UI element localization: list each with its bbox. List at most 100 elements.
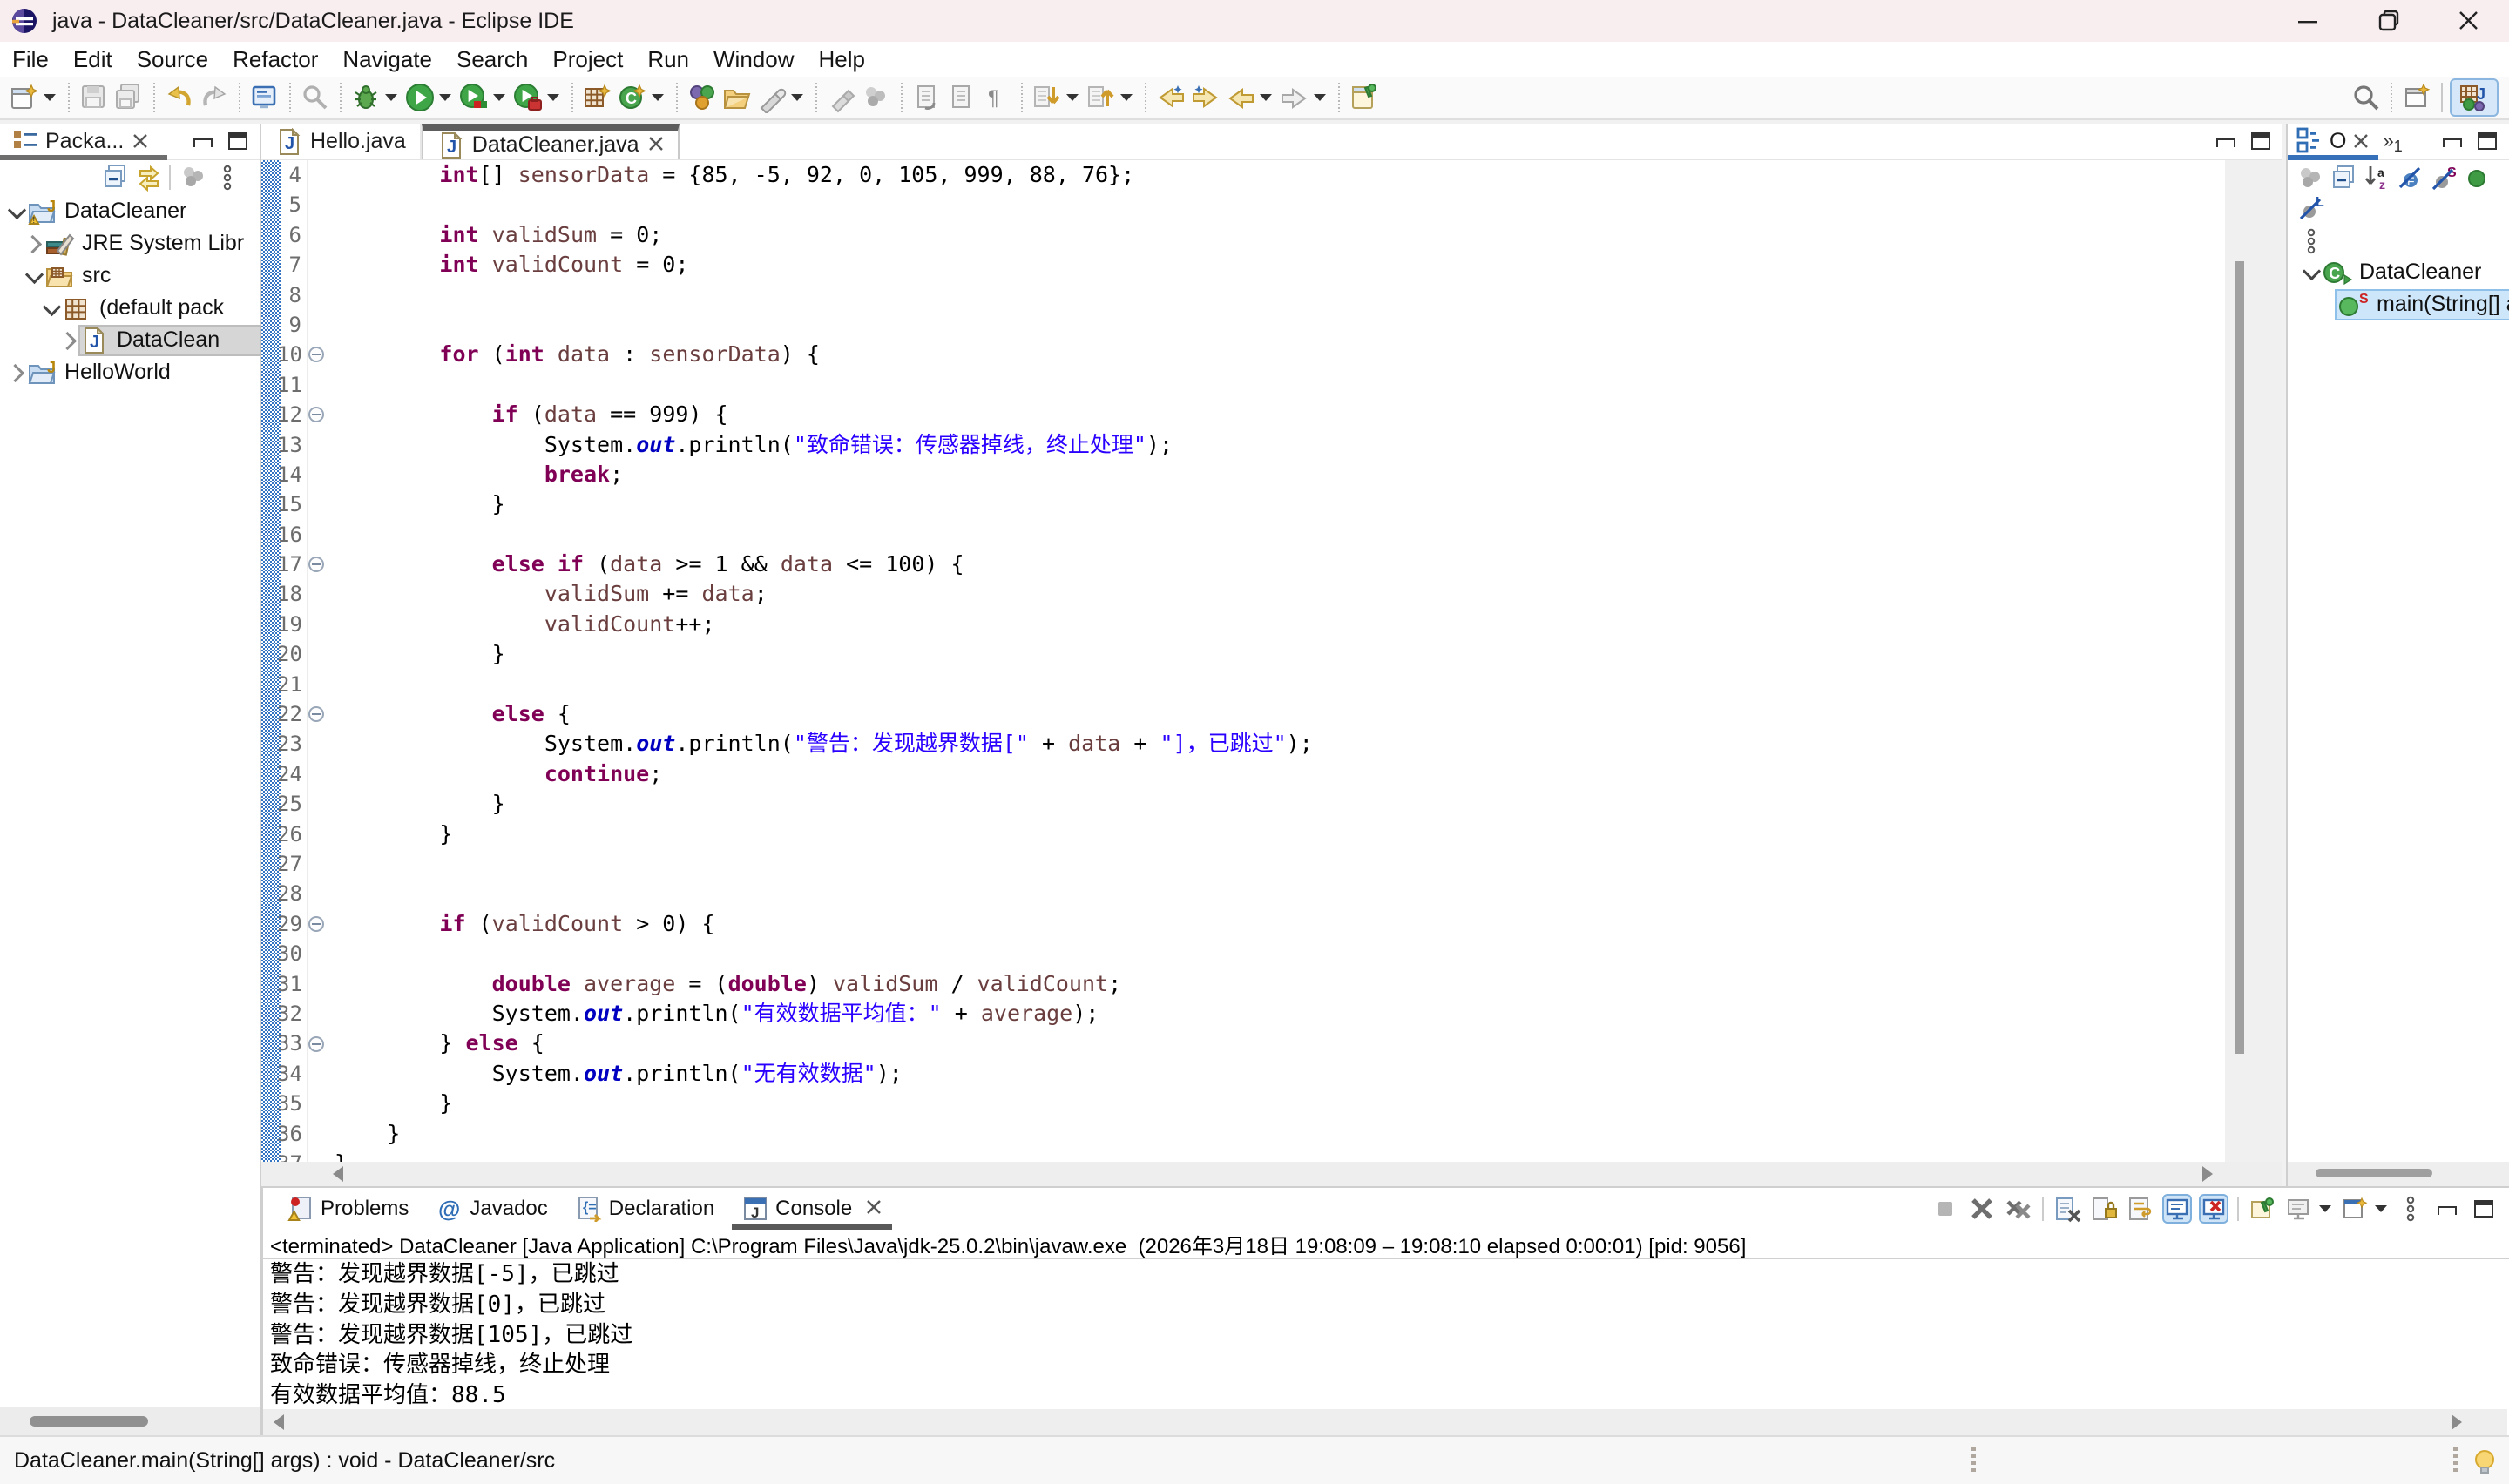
outline-item-main[interactable]: Smain(String[] args) : void [2288, 288, 2509, 320]
terminate-icon[interactable] [1931, 1194, 1960, 1224]
notification-bulb-icon[interactable] [2471, 1447, 2499, 1475]
minimize-view-icon[interactable] [2443, 138, 2462, 147]
external-tools-icon[interactable] [512, 82, 544, 113]
menu-navigate[interactable]: Navigate [330, 46, 444, 73]
outline-hscrollbar[interactable] [2288, 1162, 2509, 1186]
dropdown-arrow-icon[interactable] [547, 94, 559, 101]
tab-javadoc[interactable]: @Javadoc [423, 1188, 561, 1230]
menu-run[interactable]: Run [635, 46, 701, 73]
fold-collapse-icon[interactable] [308, 1036, 324, 1052]
save-icon[interactable] [78, 82, 110, 113]
menu-refactor[interactable]: Refactor [220, 46, 330, 73]
back-icon[interactable] [1225, 82, 1256, 113]
code-editor[interactable]: 4567891011121314151617181920212223242526… [261, 160, 2225, 1162]
editor-vscrollbar[interactable] [2225, 160, 2282, 1162]
console-hscrollbar[interactable] [263, 1409, 2507, 1435]
open-resource-icon[interactable] [721, 82, 753, 113]
profile-icon[interactable] [861, 82, 892, 113]
tree-item--default-pack[interactable]: (default pack [0, 292, 260, 324]
undo-icon[interactable] [164, 82, 195, 113]
search-icon[interactable] [2350, 82, 2382, 113]
hide-nonpublic-icon[interactable] [2462, 164, 2492, 193]
tab-console[interactable]: JConsole [728, 1188, 896, 1230]
word-wrap-icon[interactable] [2126, 1194, 2155, 1224]
clear-console-icon[interactable] [2053, 1194, 2082, 1224]
last-edit-icon[interactable] [946, 82, 977, 113]
display-console-icon[interactable] [2284, 1194, 2314, 1224]
java-perspective-icon[interactable]: J [2458, 82, 2490, 113]
run-icon[interactable] [404, 82, 436, 113]
filter-icon[interactable] [179, 163, 209, 192]
tree-item-datacleaner[interactable]: J!DataCleaner [0, 195, 260, 227]
menu-search[interactable]: Search [444, 46, 540, 73]
fold-collapse-icon[interactable] [308, 706, 324, 722]
close-tab-icon[interactable] [2353, 133, 2369, 149]
tab-outline[interactable]: O [2288, 124, 2377, 159]
new-class-icon[interactable]: C [617, 82, 648, 113]
mark-icon[interactable] [756, 82, 788, 113]
status-drag-handle[interactable] [1971, 1447, 1976, 1475]
open-console-icon[interactable] [2340, 1194, 2370, 1224]
restore-button[interactable] [2349, 0, 2429, 42]
editor-tab-datacleaner.java[interactable]: JDataCleaner.java [422, 124, 680, 159]
maximize-icon[interactable] [2469, 1194, 2499, 1224]
scroll-lock-icon[interactable] [2089, 1194, 2119, 1224]
minimize-view-icon[interactable] [193, 138, 213, 147]
close-tab-icon[interactable] [648, 132, 664, 158]
hide-static-icon[interactable]: S [2429, 164, 2458, 193]
search-disabled-icon[interactable] [300, 82, 331, 113]
dropdown-arrow-icon[interactable] [1120, 94, 1133, 101]
dropdown-arrow-icon[interactable] [791, 94, 803, 101]
save-all-icon[interactable] [113, 82, 145, 113]
status-drag-handle[interactable] [2453, 1447, 2458, 1475]
pin-console-icon[interactable] [2248, 1194, 2277, 1224]
dropdown-arrow-icon[interactable] [44, 94, 56, 101]
link-editor-icon[interactable] [134, 163, 164, 192]
tab-declaration[interactable]: {=Declaration [562, 1188, 728, 1230]
collapse-all-icon[interactable] [101, 163, 131, 192]
prev-annotation-icon[interactable] [1085, 82, 1117, 113]
dropdown-arrow-icon[interactable] [652, 94, 664, 101]
view-menu-icon[interactable] [2296, 226, 2326, 256]
remove-launch-icon[interactable] [1967, 1194, 1997, 1224]
tab-problems[interactable]: Problems [274, 1188, 423, 1230]
menu-file[interactable]: File [0, 46, 61, 73]
redo-icon[interactable] [199, 82, 230, 113]
minimize-view-icon[interactable] [2216, 138, 2235, 147]
show-stdout-icon[interactable] [2162, 1194, 2192, 1224]
show-stderr-icon[interactable] [2199, 1194, 2228, 1224]
tree-item-dataclean[interactable]: JDataClean [0, 324, 260, 356]
focus-icon[interactable] [2296, 164, 2326, 193]
debug-icon[interactable] [350, 82, 382, 113]
new-java-project-icon[interactable] [582, 82, 613, 113]
menu-source[interactable]: Source [125, 46, 220, 73]
dropdown-arrow-icon[interactable] [385, 94, 397, 101]
maximize-view-icon[interactable] [2478, 132, 2497, 150]
minimize-icon[interactable] [2432, 1194, 2462, 1224]
minimize-button[interactable] [2269, 0, 2349, 42]
hide-local-icon[interactable]: L [2296, 193, 2326, 223]
fold-collapse-icon[interactable] [308, 916, 324, 932]
close-tab-icon[interactable] [132, 133, 148, 149]
close-tab-icon[interactable] [859, 1197, 882, 1221]
view-overflow-chevron[interactable]: »1 [2377, 124, 2407, 159]
maximize-view-icon[interactable] [2251, 132, 2270, 150]
dropdown-arrow-icon[interactable] [439, 94, 451, 101]
menu-project[interactable]: Project [540, 46, 635, 73]
dropdown-arrow-icon[interactable] [1260, 94, 1272, 101]
maximize-view-icon[interactable] [228, 132, 247, 150]
coverage-icon[interactable] [458, 82, 490, 113]
show-whitespace-icon[interactable]: ¶ [981, 82, 1012, 113]
collapse-all-icon[interactable] [2330, 164, 2359, 193]
editor-tab-hello.java[interactable]: JHello.java [261, 124, 422, 159]
forward-to-icon[interactable] [1190, 82, 1221, 113]
pin-editor-icon[interactable] [1349, 82, 1380, 113]
view-menu-icon[interactable] [213, 163, 242, 192]
open-perspective-icon[interactable] [2401, 82, 2432, 113]
format-icon[interactable] [826, 82, 857, 113]
package-explorer-hscrollbar[interactable] [0, 1407, 261, 1435]
open-console-icon[interactable] [249, 82, 281, 113]
sort-icon[interactable]: az [2363, 164, 2392, 193]
editor-hscrollbar[interactable] [261, 1162, 2282, 1186]
next-edit-icon[interactable] [911, 82, 943, 113]
